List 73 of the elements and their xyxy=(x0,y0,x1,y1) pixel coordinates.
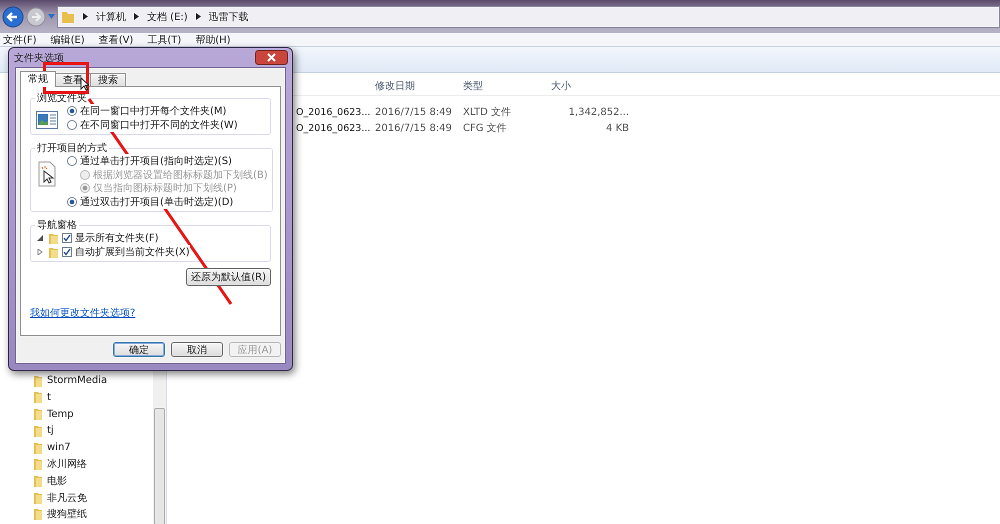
folder-icon xyxy=(33,508,43,520)
column-header[interactable]: 大小 xyxy=(549,79,637,93)
expanded-arrow-icon[interactable] xyxy=(37,235,43,241)
option-label: 在不同窗口中打开不同的文件夹(W) xyxy=(80,118,238,132)
folder-icon xyxy=(33,492,43,504)
tree-item[interactable]: StormMedia xyxy=(47,375,108,386)
column-header[interactable]: 修改日期 xyxy=(373,79,461,93)
folder-icon xyxy=(33,442,43,454)
window-title: 文件夹选项 xyxy=(14,52,64,64)
folder-icon xyxy=(33,474,43,487)
scrollbar-thumb[interactable] xyxy=(154,408,165,524)
folder-icon xyxy=(61,10,75,24)
radio-button[interactable] xyxy=(67,106,77,116)
radio-button[interactable] xyxy=(67,197,77,207)
tree-item[interactable]: 搜狗壁纸 xyxy=(47,507,87,522)
collapsed-arrow-icon[interactable] xyxy=(37,249,43,255)
table-cell-text: 4 KB xyxy=(605,122,629,134)
group-title: 导航窗格 xyxy=(36,218,78,232)
menu-item[interactable]: 帮助(H) xyxy=(195,32,231,46)
tree-item[interactable]: tj xyxy=(47,425,54,436)
table-cell-text: 1,342,852... xyxy=(568,106,629,118)
tree-item[interactable]: 冰川网络 xyxy=(47,457,87,472)
radio-button[interactable] xyxy=(67,120,77,130)
breadcrumb[interactable]: 计算机 xyxy=(96,10,126,24)
tab[interactable]: 常规 xyxy=(20,71,56,87)
option-label: 通过单击打开项目(指向时选定)(S) xyxy=(80,154,232,168)
checkbox[interactable] xyxy=(62,247,72,257)
option-label: 在同一窗口中打开每个文件夹(M) xyxy=(80,104,226,118)
chevron-icon[interactable] xyxy=(196,13,201,20)
tree-item[interactable]: 电影 xyxy=(47,474,67,488)
chevron-icon[interactable] xyxy=(83,13,88,20)
table-cell-text: XLTD 文件 xyxy=(462,106,512,119)
tree-item[interactable]: t xyxy=(47,392,51,403)
address-bar[interactable]: 计算机 文档 (E:) 迅雷下载 xyxy=(57,6,1000,28)
table-cell-text: CFG 文件 xyxy=(462,122,508,135)
table-cell-text: 2016/7/15 8:49 xyxy=(374,122,453,134)
help-link[interactable]: 我如何更改文件夹选项? xyxy=(30,308,136,319)
chevron-icon[interactable] xyxy=(134,13,139,20)
folder-icon xyxy=(33,391,43,404)
folder-icon xyxy=(33,424,43,437)
checkbox[interactable] xyxy=(62,233,72,243)
dialog-button[interactable]: 确定 xyxy=(113,342,165,357)
forward-button[interactable] xyxy=(26,6,46,26)
radio-button[interactable] xyxy=(67,156,77,166)
tree-item[interactable]: Temp xyxy=(47,408,74,420)
option-label: 自动扩展到当前文件夹(X) xyxy=(75,245,190,259)
breadcrumb[interactable]: 文档 (E:) xyxy=(147,10,188,24)
breadcrumb[interactable]: 迅雷下载 xyxy=(208,10,249,24)
tab[interactable]: 搜索 xyxy=(90,73,126,87)
column-header[interactable]: 类型 xyxy=(461,79,549,93)
option-label: 通过双击打开项目(单击时选定)(D) xyxy=(80,195,234,209)
menu-item[interactable]: 查看(V) xyxy=(98,32,134,46)
folder-icon xyxy=(33,374,43,387)
folder-icon xyxy=(48,246,59,258)
dialog-button[interactable]: 取消 xyxy=(171,342,223,357)
option-label: 根据浏览器设置给图标标题加下划线(B) xyxy=(93,168,268,182)
folder-icon xyxy=(33,458,43,470)
group-title: 打开项目的方式 xyxy=(36,142,108,155)
folder-icon xyxy=(48,232,59,244)
document-cursor-icon xyxy=(38,161,56,187)
back-button[interactable] xyxy=(2,6,24,28)
folder-icon xyxy=(33,408,43,420)
menu-item[interactable]: 工具(T) xyxy=(147,32,182,46)
close-button[interactable] xyxy=(255,50,288,65)
tree-item[interactable]: win7 xyxy=(47,442,71,453)
option-label: 显示所有文件夹(F) xyxy=(75,231,159,245)
menu-item[interactable]: 编辑(E) xyxy=(50,32,85,46)
tree-item[interactable]: 非凡云免 xyxy=(47,490,87,505)
restore-defaults-button[interactable]: 还原为默认值(R) xyxy=(186,268,271,286)
window-icon xyxy=(36,111,58,129)
menu-item[interactable]: 文件(F) xyxy=(3,32,37,46)
option-label: 仅当指向图标标题时加下划线(P) xyxy=(93,181,237,195)
table-cell-text: 2016/7/15 8:49 xyxy=(374,106,453,118)
